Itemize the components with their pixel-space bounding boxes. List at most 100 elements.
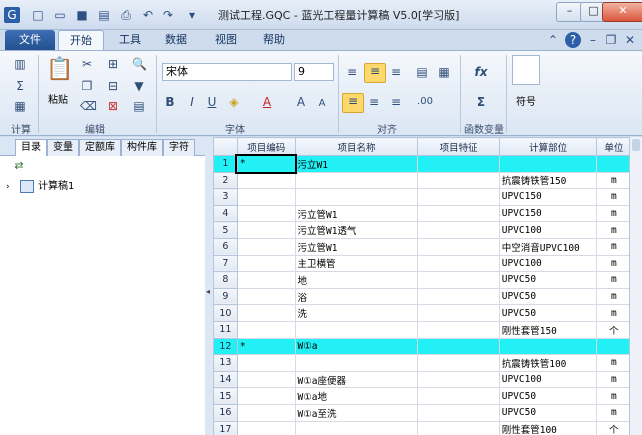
cell-part[interactable] [498, 155, 598, 173]
cell-unit[interactable]: m [596, 221, 632, 239]
font-size-select[interactable]: 9 [294, 63, 334, 81]
cell-code[interactable] [236, 204, 296, 223]
function-icon[interactable]: fx [472, 65, 490, 79]
copy-icon[interactable]: ❐ [80, 79, 94, 93]
doc-minimize-icon[interactable]: – [585, 32, 601, 48]
merge-cells-icon[interactable]: ▦ [436, 65, 452, 79]
cell-part[interactable] [498, 337, 598, 356]
refresh-tree-icon[interactable]: ⇄ [12, 159, 26, 173]
undo-icon[interactable]: ↶ [140, 7, 156, 23]
align-right-icon[interactable]: ≡ [388, 95, 404, 109]
doc-close-icon[interactable]: ✕ [622, 32, 638, 48]
row-number[interactable]: 16 [213, 403, 238, 422]
bold-icon[interactable]: B [164, 95, 176, 109]
table-row[interactable]: 6污立管W1中空消音UPVC100m9 [213, 237, 642, 256]
cell-code[interactable] [236, 171, 296, 190]
col-header-unit[interactable]: 单位 [596, 137, 632, 156]
panel-splitter[interactable]: ◂ [205, 137, 213, 435]
cell-part[interactable]: 刚性套管100 [498, 420, 598, 435]
calc-icon[interactable]: ▥ [12, 57, 28, 71]
doc-restore-icon[interactable]: ❐ [603, 32, 619, 48]
cell-feature[interactable] [417, 155, 500, 173]
fill-color-icon[interactable]: ◈ [226, 95, 242, 109]
table-row[interactable]: 4污立管W1UPVC150m6 [213, 204, 642, 223]
cell-name[interactable]: 地 [294, 271, 419, 289]
col-header-name[interactable]: 项目名称 [294, 137, 419, 156]
italic-icon[interactable]: I [186, 95, 198, 109]
open-folder-icon[interactable]: ▭ [52, 7, 68, 23]
tab-variables[interactable]: 变量 [47, 139, 79, 156]
cell-name[interactable]: 污立管W1 [294, 237, 419, 256]
cell-part[interactable]: UPVC100 [498, 254, 598, 273]
help-icon[interactable]: ? [565, 32, 581, 48]
cell-unit[interactable]: m [596, 171, 632, 190]
cell-name[interactable] [294, 188, 419, 206]
delete-row-icon[interactable]: ⊠ [106, 99, 120, 113]
table-row[interactable]: 17刚性套管100个1 [213, 420, 642, 435]
cell-code[interactable] [236, 304, 296, 322]
tree-item[interactable]: › 计算稿1 [6, 179, 196, 195]
font-color-icon[interactable]: A [260, 95, 274, 109]
cell-feature[interactable] [417, 320, 500, 339]
cell-name[interactable] [294, 171, 419, 190]
symbol-button[interactable]: 符号 [510, 93, 542, 108]
font-name-select[interactable]: 宋体 [162, 63, 292, 81]
tab-file[interactable]: 文件 [5, 30, 55, 50]
cell-feature[interactable] [417, 204, 500, 223]
cell-name[interactable]: 污立W1 [294, 155, 419, 173]
cell-part[interactable]: UPVC50 [498, 304, 598, 322]
cell-unit[interactable]: m [596, 271, 632, 289]
tab-data[interactable]: 数据 [158, 30, 194, 50]
cell-code[interactable] [236, 403, 296, 422]
table-row[interactable]: 1 * 污立W1 [213, 153, 642, 175]
cell-name[interactable]: 污立管W1透气 [294, 221, 419, 239]
cell-part[interactable]: UPVC50 [498, 287, 598, 306]
align-top-icon[interactable]: ≡ [344, 65, 360, 79]
expand-arrow-icon[interactable]: › [6, 179, 16, 195]
close-button[interactable]: ✕ [602, 2, 642, 22]
cell-unit[interactable]: m [596, 188, 632, 206]
autosum-icon[interactable]: Σ [472, 95, 490, 109]
redo-icon[interactable]: ↷ [160, 7, 176, 23]
table-row[interactable]: 13抗震铸铁管100m6 [213, 354, 642, 372]
cell-unit[interactable]: 个 [596, 420, 632, 435]
cell-code[interactable] [236, 387, 296, 405]
table-row[interactable]: 14 W①a座便器 UPVC100 m [213, 370, 642, 389]
cell-code[interactable] [236, 287, 296, 306]
cell-code[interactable] [236, 221, 296, 239]
align-center-icon[interactable]: ≡ [366, 95, 382, 109]
table-row[interactable]: 3UPVC150m2 [213, 188, 642, 206]
table-row[interactable]: 5污立管W1透气UPVC100m9 [213, 221, 642, 239]
tab-characters[interactable]: 字符 [163, 139, 195, 156]
cell-unit[interactable]: m [596, 304, 632, 322]
insert-col-icon[interactable]: ⊟ [106, 79, 120, 93]
cell-part[interactable]: UPVC50 [498, 403, 598, 422]
col-header-feature[interactable]: 项目特征 [417, 137, 500, 156]
row-number[interactable]: 15 [213, 387, 238, 405]
cell-code[interactable] [236, 254, 296, 273]
row-number[interactable]: 5 [213, 221, 238, 239]
cell-feature[interactable] [417, 370, 500, 389]
print-preview-icon[interactable]: ▤ [96, 7, 112, 23]
splitter-arrow-icon[interactable]: ◂ [206, 287, 210, 296]
row-number[interactable]: 3 [213, 188, 238, 206]
paste-label[interactable]: 粘贴 [44, 91, 72, 106]
cell-part[interactable]: UPVC100 [498, 370, 598, 389]
row-number[interactable]: 14 [213, 370, 238, 389]
table-row[interactable]: 16 W①a至洗 UPVC50 m [213, 403, 642, 422]
tab-view[interactable]: 视图 [208, 30, 244, 50]
row-number[interactable]: 1 [213, 155, 238, 173]
cell-part[interactable]: 抗震铸铁管150 [498, 171, 598, 190]
cell-unit[interactable]: m [596, 387, 632, 405]
decimal-icon[interactable]: .00 [414, 95, 436, 109]
paste-icon[interactable]: 📋 [46, 57, 73, 83]
row-number[interactable]: 9 [213, 287, 238, 306]
cell-feature[interactable] [417, 188, 500, 206]
row-number[interactable]: 11 [213, 320, 238, 339]
cell-code[interactable]: * [235, 153, 298, 175]
cell-unit[interactable]: m [596, 287, 632, 306]
cell-unit[interactable]: m [596, 354, 632, 372]
collapse-ribbon-icon[interactable]: ⌃ [545, 32, 561, 48]
row-number[interactable]: 8 [213, 271, 238, 289]
align-middle-icon[interactable]: ≡ [364, 63, 386, 83]
